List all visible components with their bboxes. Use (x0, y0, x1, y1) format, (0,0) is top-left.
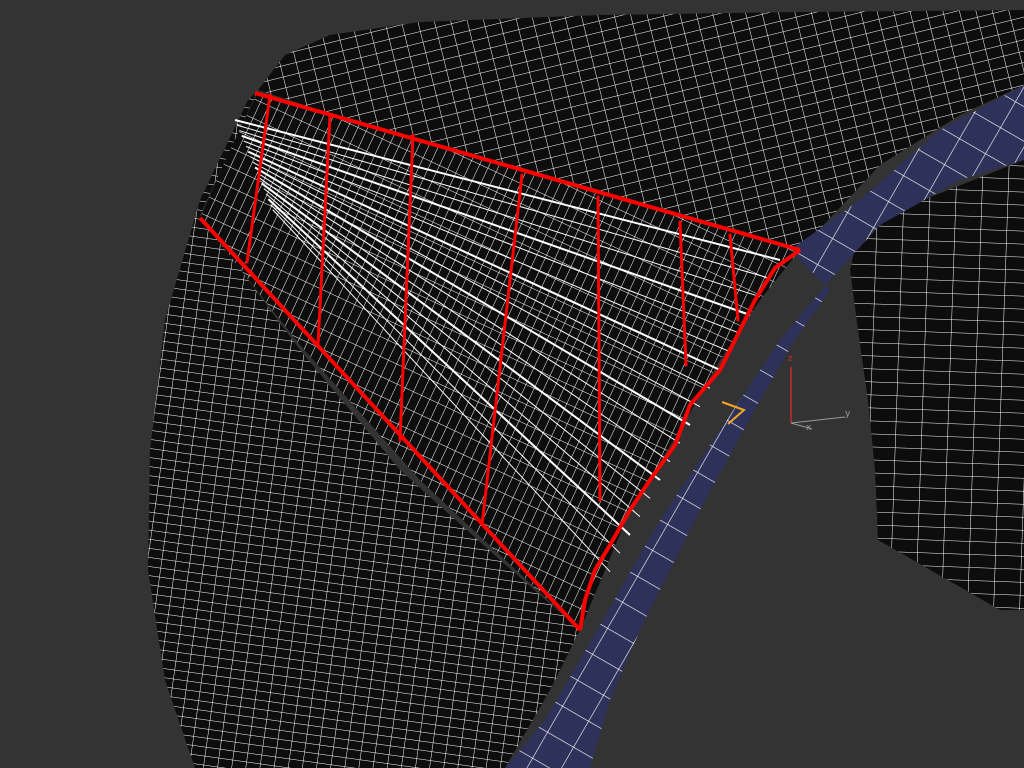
axis-x-label: x (806, 423, 812, 433)
axis-gizmo (790, 367, 846, 430)
axis-y-label: y (845, 409, 851, 419)
axis-z-label: z (788, 354, 793, 364)
annotation-vertical-stroke (596, 195, 602, 502)
wireframe-scene[interactable] (0, 0, 1024, 768)
3d-viewport[interactable]: z x y (0, 0, 1024, 768)
